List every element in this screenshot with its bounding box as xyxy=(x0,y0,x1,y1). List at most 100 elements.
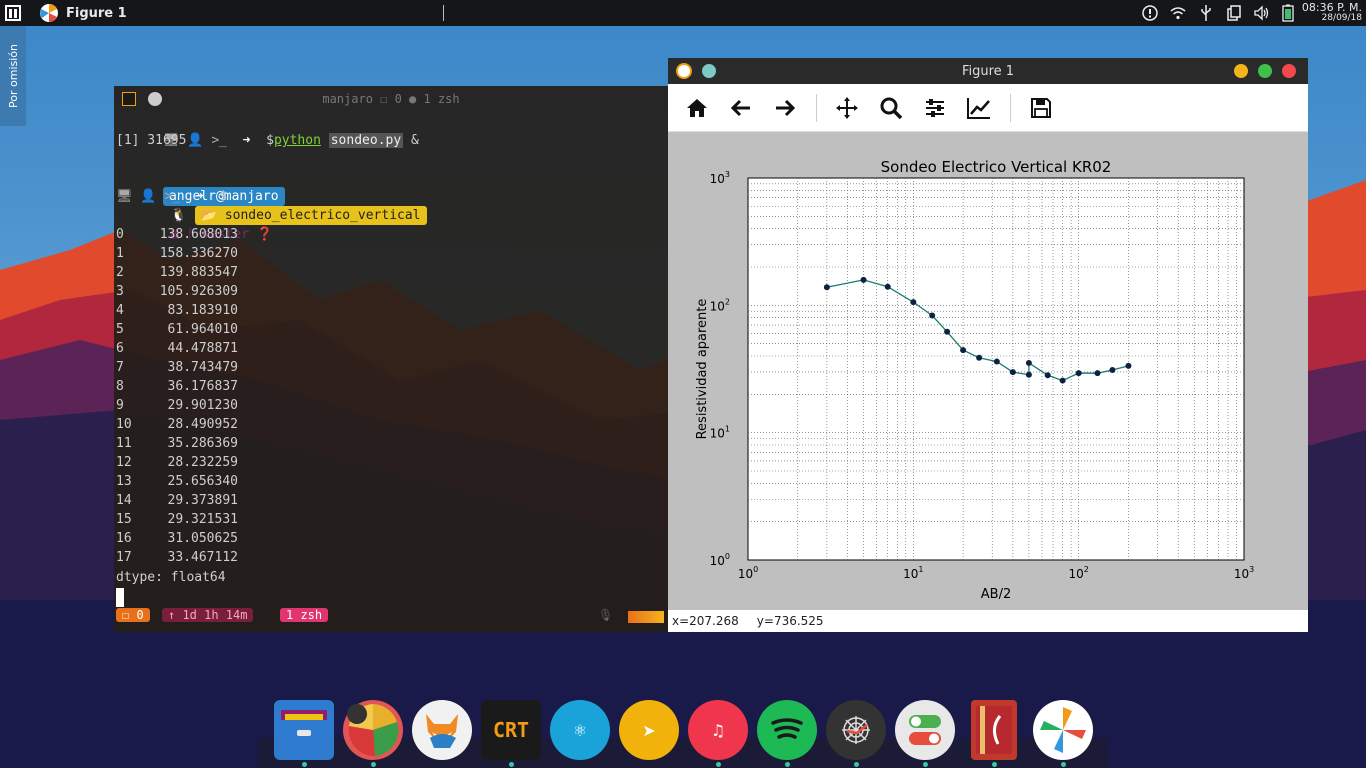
series-index: 11 xyxy=(116,436,132,451)
dock-app-web-icon[interactable] xyxy=(826,700,886,760)
series-index: 8 xyxy=(116,379,124,394)
terminal-window[interactable]: manjaro ☐ 0 ● 1 zsh 🖥 👤 >_ ➜ $python son… xyxy=(114,86,668,632)
data-point xyxy=(910,299,917,306)
data-point xyxy=(884,283,891,290)
home-icon[interactable] xyxy=(683,94,711,122)
data-point xyxy=(993,358,1000,365)
series-value: 36.176837 xyxy=(167,379,238,394)
figure-title: Figure 1 xyxy=(961,63,1015,79)
dock-app-spotify-icon[interactable] xyxy=(757,700,817,760)
series-value: 44.478871 xyxy=(167,341,238,356)
toolbar-separator-2 xyxy=(1010,94,1011,122)
series-value: 29.321531 xyxy=(167,512,238,527)
tmux-session[interactable]: 1 zsh xyxy=(280,608,329,622)
dock-app-atom-icon[interactable]: ⚛ xyxy=(550,700,610,760)
cmd-python: python xyxy=(273,133,321,148)
series-value: 105.926309 xyxy=(159,284,238,299)
dock-app-toggles-icon[interactable] xyxy=(895,700,955,760)
desktop-side-tab[interactable]: Por omisión xyxy=(0,26,26,126)
data-point xyxy=(1025,371,1032,378)
series-index: 14 xyxy=(116,493,132,508)
figure-titlebar[interactable]: Figure 1 xyxy=(668,58,1308,84)
tmux-uptime: ↑ 1d 1h 14m xyxy=(162,608,254,622)
dtype-line: dtype: float64 xyxy=(116,570,226,585)
clipboard-icon[interactable] xyxy=(1220,5,1248,21)
clock[interactable]: 08:36 P. M. 28/09/18 xyxy=(1300,2,1366,24)
series-row: 7 38.743479 xyxy=(116,358,238,377)
active-window-title[interactable]: Figure 1 xyxy=(66,6,127,21)
battery-icon[interactable] xyxy=(1276,4,1300,22)
series-index: 10 xyxy=(116,417,132,432)
pan-icon[interactable] xyxy=(833,94,861,122)
series-index: 12 xyxy=(116,455,132,470)
data-point xyxy=(960,347,967,354)
series-row: 9 29.901230 xyxy=(116,396,238,415)
running-indicator xyxy=(509,762,514,767)
terminal-cursor xyxy=(116,588,124,607)
forward-icon[interactable] xyxy=(771,94,799,122)
clock-time: 08:36 P. M. xyxy=(1301,1,1362,14)
y-tick-label: 100 xyxy=(710,552,730,568)
prompt-line-1: 🖥 👤 >_ ➜ $python sondeo.py & xyxy=(162,133,419,148)
dock-app-send-icon[interactable]: ➤ xyxy=(619,700,679,760)
prompt-line-3: 🖥 👤 >_ ➜ $ xyxy=(116,189,227,204)
series-index: 5 xyxy=(116,322,124,337)
figure-app-icon xyxy=(676,63,692,79)
data-point xyxy=(976,354,983,361)
directory-label: sondeo_electrico_vertical xyxy=(224,208,421,223)
back-icon[interactable] xyxy=(727,94,755,122)
close-button[interactable] xyxy=(1282,64,1296,78)
terminal-body[interactable]: 🖥 👤 >_ ➜ $python sondeo.py & [1] 31695 a… xyxy=(114,112,668,632)
series-value: 139.883547 xyxy=(159,265,238,280)
dock-app-crt-icon[interactable]: CRT xyxy=(481,700,541,760)
zoom-icon[interactable] xyxy=(877,94,905,122)
minimize-button[interactable] xyxy=(1234,64,1248,78)
series-row: 5 61.964010 xyxy=(116,320,238,339)
figure-canvas[interactable]: 100 101 102 103 100 101 102 103 Sondeo Electrico… xyxy=(668,132,1308,610)
series-row: 17 33.467112 xyxy=(116,548,238,567)
data-point xyxy=(944,328,951,335)
chart[interactable]: 100 101 102 103 100 101 102 103 Sondeo Electrico… xyxy=(668,132,1308,610)
series-value: 61.964010 xyxy=(167,322,238,337)
dock-app-files-icon[interactable] xyxy=(274,700,334,760)
volume-icon[interactable] xyxy=(1248,5,1276,21)
info-icon[interactable] xyxy=(1136,5,1164,21)
series-index: 4 xyxy=(116,303,124,318)
series-index: 9 xyxy=(116,398,124,413)
dock-app-reader-icon[interactable] xyxy=(971,700,1017,760)
series-row: 16 31.050625 xyxy=(116,529,238,548)
series-row: 1 158.336270 xyxy=(116,244,238,263)
series-row: 13 25.656340 xyxy=(116,472,238,491)
series-row: 6 44.478871 xyxy=(116,339,238,358)
series-row: 2 139.883547 xyxy=(116,263,238,282)
series-value: 25.656340 xyxy=(167,474,238,489)
running-indicator xyxy=(302,762,307,767)
series-value: 35.286369 xyxy=(167,436,238,451)
series-value: 31.050625 xyxy=(167,531,238,546)
figure-window[interactable]: Figure 1 100 101 102 103 100 101 102 103 Sondeo … xyxy=(668,58,1308,632)
running-indicator xyxy=(371,762,376,767)
data-point xyxy=(1059,377,1066,384)
wifi-icon[interactable] xyxy=(1164,5,1192,21)
mic-icon: 🎙 xyxy=(598,608,614,622)
dock-app-fox-icon[interactable] xyxy=(412,700,472,760)
dock-app-pinwheel-icon[interactable] xyxy=(1033,700,1093,760)
dock-app-pulse-icon[interactable] xyxy=(343,700,403,760)
series-row: 15 29.321531 xyxy=(116,510,238,529)
maximize-button[interactable] xyxy=(1258,64,1272,78)
series-value: 28.490952 xyxy=(167,417,238,432)
series-value: 38.743479 xyxy=(167,360,238,375)
terminal-titlebar[interactable]: manjaro ☐ 0 ● 1 zsh xyxy=(114,86,668,112)
job-line: [1] 31695 xyxy=(116,133,187,148)
save-icon[interactable] xyxy=(1027,94,1055,122)
menu-icon[interactable] xyxy=(0,0,26,26)
figure-menu-dot[interactable] xyxy=(702,64,716,78)
dock-app-music-icon[interactable]: ♫ xyxy=(688,700,748,760)
configure-icon[interactable] xyxy=(921,94,949,122)
series-index: 1 xyxy=(116,246,124,261)
chart-title: Sondeo Electrico Vertical KR02 xyxy=(881,158,1112,176)
cmd-script: sondeo.py xyxy=(328,133,404,148)
tmux-window[interactable]: ☐ 0 xyxy=(116,608,150,622)
edit-axes-icon[interactable] xyxy=(965,94,993,122)
usb-icon[interactable] xyxy=(1192,4,1220,22)
